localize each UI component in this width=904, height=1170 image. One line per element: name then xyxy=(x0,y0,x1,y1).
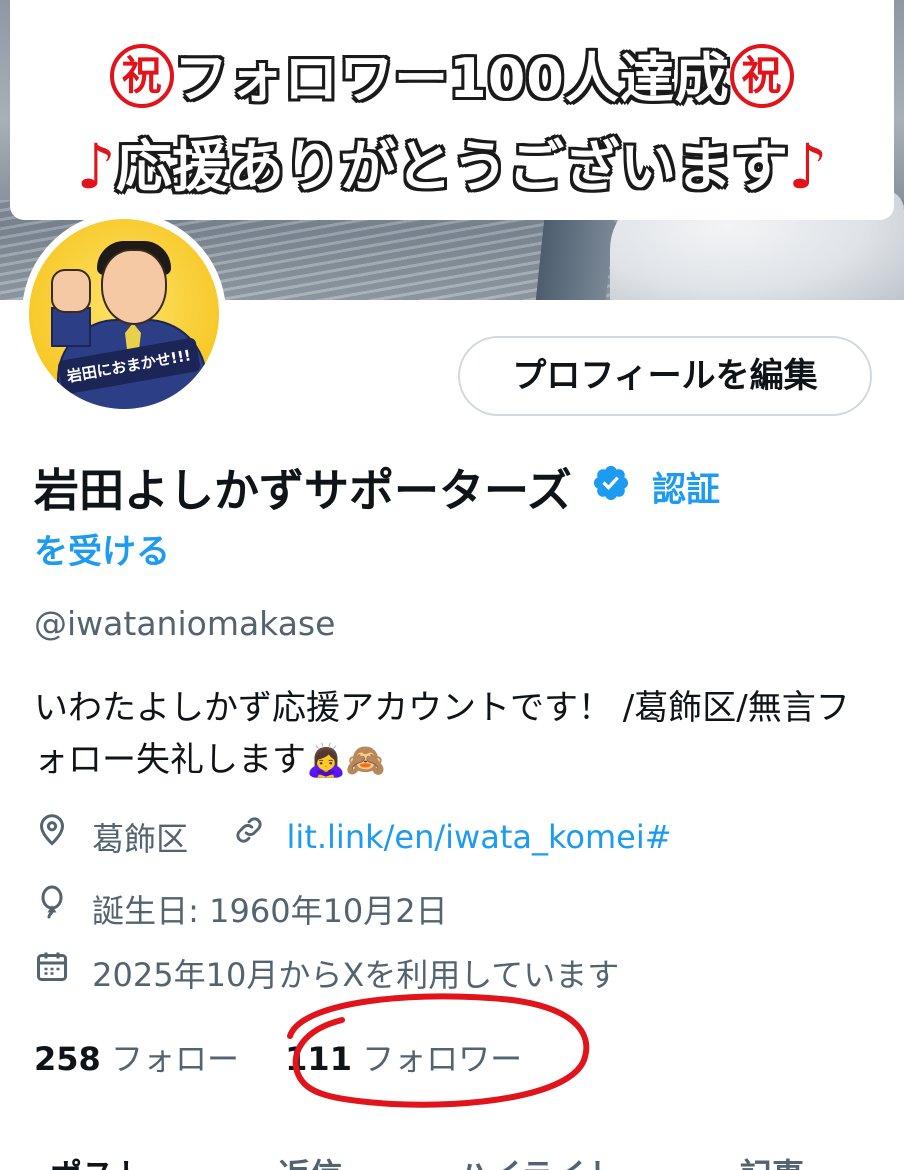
banner-line-2-text: 応援ありがとうございます xyxy=(116,135,788,200)
location-text: 葛飾区 xyxy=(92,820,189,858)
following-link[interactable]: 258 フォロー xyxy=(34,1040,249,1078)
joined-text: 2025年10月からXを利用しています xyxy=(92,956,620,994)
tab-highlights[interactable]: ハイライト xyxy=(458,1150,617,1170)
celebration-icon: 祝 xyxy=(110,44,175,109)
followers-label: フォロワー xyxy=(362,1040,523,1078)
joined-row: 2025年10月からXを利用しています xyxy=(34,950,619,996)
profile-bio: いわたよしかず応援アカウントです！ /葛飾区/無言フォロー失礼します🙇‍♀️🙈 xyxy=(34,682,874,786)
music-note-icon: ♪ xyxy=(76,130,116,204)
get-verified-link[interactable]: 認証 xyxy=(652,470,720,510)
edit-profile-button[interactable]: プロフィールを編集 xyxy=(458,336,872,416)
tab-posts[interactable]: ポスト xyxy=(50,1150,146,1170)
banner-line-1: 祝フォロワー100人達成祝 xyxy=(0,34,904,114)
website-link[interactable]: lit.link/en/iwata_komei# xyxy=(287,818,672,856)
avatar[interactable]: 岩田におまかせ!!! xyxy=(22,212,226,416)
birthday-text: 誕生日: 1960年10月2日 xyxy=(92,892,448,930)
display-name: 岩田よしかずサポーターズ xyxy=(34,464,572,517)
banner-line-1-text: フォロワー100人達成 xyxy=(174,47,730,110)
celebration-icon: 祝 xyxy=(729,44,794,109)
bio-emoji: 🙇‍♀️🙈 xyxy=(306,741,386,779)
following-count: 258 xyxy=(34,1040,101,1078)
banner-pier xyxy=(535,215,615,300)
tab-replies[interactable]: 返信 xyxy=(278,1150,342,1170)
calendar-icon xyxy=(34,948,70,992)
avatar-illustration: 岩田におまかせ!!! xyxy=(29,219,219,409)
link-icon xyxy=(232,813,266,855)
banner-line-2: ♪応援ありがとうございます♪ xyxy=(0,122,904,207)
verified-badge-icon[interactable] xyxy=(591,463,631,507)
followers-count: 111 xyxy=(285,1040,352,1078)
profile-tabs: ポスト 返信 ハイライト 記事 xyxy=(0,1150,904,1170)
following-label: フォロー xyxy=(110,1040,239,1078)
music-note-icon: ♪ xyxy=(788,130,828,204)
avatar-fist xyxy=(51,269,91,313)
birthday-row: 誕生日: 1960年10月2日 xyxy=(34,884,448,932)
username-handle: @iwataniomakase xyxy=(34,604,336,643)
avatar-arm xyxy=(51,307,91,347)
follow-stats-row: 258 フォロー 111 フォロワー xyxy=(34,1034,522,1080)
display-name-row: 岩田よしかずサポーターズ 認証 xyxy=(34,454,874,524)
get-verified-link-continued[interactable]: を受ける xyxy=(34,524,170,573)
location-website-row: 葛飾区 lit.link/en/iwata_komei# xyxy=(34,814,672,860)
location-pin-icon xyxy=(34,812,70,856)
followers-link[interactable]: 111 フォロワー xyxy=(285,1040,522,1078)
balloon-icon xyxy=(34,884,70,928)
avatar-face xyxy=(101,249,167,325)
bio-text: いわたよしかず応援アカウントです！ /葛飾区/無言フォロー失礼します xyxy=(34,688,850,780)
tab-articles[interactable]: 記事 xyxy=(740,1150,804,1170)
